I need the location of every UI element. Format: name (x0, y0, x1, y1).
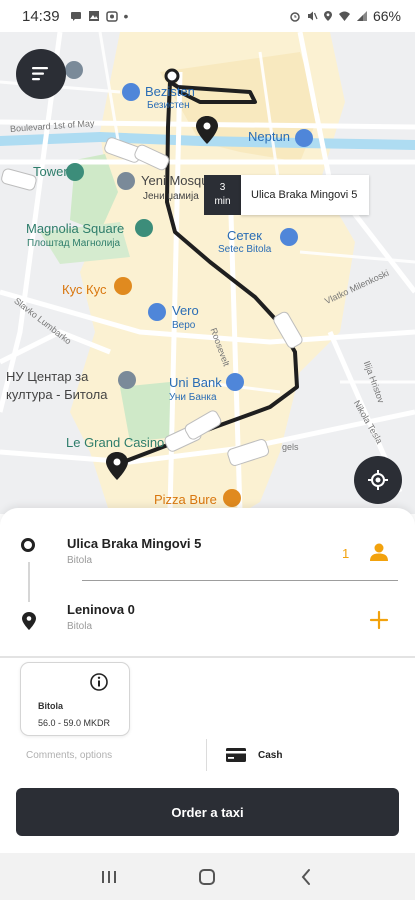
map-label: Le Grand Casino (66, 435, 165, 450)
destination-city: Bitola (67, 621, 93, 632)
crosshair-icon (368, 470, 388, 490)
payment-label: Cash (258, 749, 283, 761)
section-separator (0, 656, 415, 658)
order-taxi-button[interactable]: Order a taxi (16, 788, 399, 836)
home-icon (199, 868, 216, 885)
eta-address: Ulica Braka Mingovi 5 (241, 175, 369, 215)
tariff-card[interactable]: Bitola 56.0 - 59.0 MKDR (20, 662, 130, 736)
map-label: Pizza Bure (154, 492, 217, 507)
passenger-count: 1 (342, 546, 350, 561)
home-button[interactable] (187, 862, 227, 892)
gallery-icon (88, 11, 99, 21)
alarm-icon (290, 12, 300, 22)
destination-address: Leninova 0 (67, 602, 135, 617)
map-label: Uni Bank (169, 375, 222, 390)
system-nav-bar (0, 853, 415, 900)
pickup-circle-icon (21, 538, 35, 552)
pickup-row[interactable]: Ulica Braka Mingovi 5 Bitola (0, 536, 415, 580)
tariff-name: Bitola (38, 701, 64, 711)
my-location-button[interactable] (354, 456, 402, 504)
options-separator (206, 739, 207, 771)
signal-icon (356, 11, 367, 21)
back-button[interactable] (286, 862, 326, 892)
recent-apps-button[interactable] (89, 862, 129, 892)
person-icon[interactable] (368, 541, 390, 563)
route-divider (82, 580, 398, 581)
map-label: Tower (33, 164, 68, 179)
add-stop-icon[interactable] (368, 609, 390, 631)
status-left-icons: • (70, 8, 129, 24)
pickup-city: Bitola (67, 555, 93, 566)
map-label: Веро (172, 320, 196, 331)
destination-pin-icon (22, 612, 36, 630)
status-right-icons: 66% (289, 8, 401, 24)
menu-icon (32, 67, 48, 81)
destination-row[interactable]: Leninova 0 Bitola (0, 602, 415, 646)
map-label: Neptun (248, 129, 290, 144)
location-icon (323, 11, 332, 21)
info-icon[interactable] (89, 672, 109, 692)
map-label: Сетек (227, 228, 262, 243)
map-label: Јени џамија (143, 191, 199, 202)
notification-dot: • (123, 8, 129, 24)
menu-button[interactable] (16, 49, 66, 99)
comments-input[interactable]: Comments, options (26, 750, 112, 761)
map-view[interactable]: Bezisten Безистен Neptun Boulevard 1st o… (0, 32, 415, 514)
message-icon (70, 12, 81, 21)
map-label: култура - Битола (6, 387, 108, 402)
map-label: Bezisten (145, 84, 195, 99)
map-label: Vero (172, 303, 199, 318)
map-label: Кус Кус (62, 282, 107, 297)
eta-value: 3 (219, 182, 226, 193)
recent-apps-icon (102, 870, 117, 883)
mute-icon (307, 11, 318, 21)
tariff-price: 56.0 - 59.0 MKDR (38, 718, 111, 728)
wifi-icon (338, 11, 350, 21)
pickup-address: Ulica Braka Mingovi 5 (67, 536, 202, 551)
map-label: Setec Bitola (218, 244, 272, 255)
app-icon (105, 11, 118, 22)
route-connector (28, 562, 30, 602)
map-label: Безистен (147, 100, 190, 111)
map-label: НУ Центар за (6, 369, 89, 384)
battery-level: 66% (372, 8, 401, 24)
payment-selector[interactable]: Cash (226, 748, 282, 762)
status-bar: 14:39 • 66% (0, 0, 415, 32)
map-label: Плоштад Магнолија (27, 238, 121, 249)
map-label: Уни Банка (169, 392, 217, 403)
map-canvas (0, 32, 415, 514)
map-label: Magnolia Square (26, 221, 125, 236)
card-icon (226, 748, 246, 762)
eta-badge: 3 min (204, 175, 241, 215)
back-icon (301, 868, 310, 885)
status-time: 14:39 (22, 7, 60, 25)
map-label: gels (282, 442, 299, 452)
eta-unit: min (214, 196, 231, 207)
